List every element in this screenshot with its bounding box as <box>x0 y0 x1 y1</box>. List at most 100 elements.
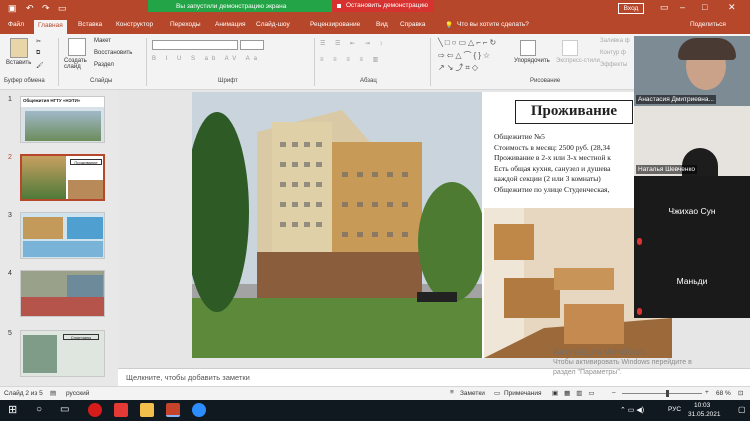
tab-animations[interactable]: Анимация <box>215 21 246 28</box>
shapes-gallery[interactable]: ╲□○▭△⌐⌐↻ <box>438 38 498 47</box>
tell-me-search[interactable]: Что вы хотите сделать? <box>457 21 529 28</box>
file-explorer-icon[interactable] <box>140 403 154 417</box>
cut-icon[interactable]: ✂ <box>36 38 41 45</box>
view-buttons[interactable]: ▣▦▥▭ <box>552 389 601 397</box>
shape-outline-button[interactable]: Контур ф <box>600 50 626 56</box>
zoom-slider-thumb[interactable] <box>666 390 669 397</box>
muted-mic-icon <box>637 238 642 245</box>
tab-help[interactable]: Справка <box>400 21 426 28</box>
align-buttons[interactable]: ≡ ≡ ≡ ≡ ▥ <box>320 56 382 63</box>
slide-thumbnail-4[interactable] <box>20 270 105 317</box>
zoom-level[interactable]: 68 % <box>716 390 731 397</box>
ribbon-tabs: Файл Главная Вставка Конструктор Переход… <box>0 18 750 34</box>
slideshow-icon[interactable]: ▭ <box>58 3 67 14</box>
format-painter-icon[interactable]: 🖌 <box>36 62 44 69</box>
zoom-app-icon[interactable] <box>192 403 206 417</box>
group-drawing: Рисование <box>530 78 561 84</box>
watermark-title: Активация Windows <box>553 347 646 358</box>
thumb-number: 2 <box>8 154 12 161</box>
paste-icon[interactable] <box>10 38 28 58</box>
arrange-icon[interactable] <box>520 40 536 56</box>
reset-button[interactable]: Восстановить <box>94 50 132 56</box>
minimize-icon[interactable]: – <box>680 2 685 12</box>
shape-effects-button[interactable]: Эффекты <box>600 62 627 68</box>
tab-slideshow[interactable]: Слайд-шоу <box>256 21 290 28</box>
muted-mic-icon <box>637 308 642 315</box>
undo-icon[interactable]: ↶ <box>26 3 34 14</box>
screen-share-bar: Вы запустили демонстрацию экрана Останов… <box>148 0 434 12</box>
share-message: Вы запустили демонстрацию экрана <box>176 2 287 10</box>
slide-thumbnail-5[interactable]: Спортзалы <box>20 330 105 377</box>
search-icon[interactable]: ○ <box>36 404 42 415</box>
thumb-caption: Спортзалы <box>63 334 99 340</box>
tab-home[interactable]: Главная <box>34 20 67 34</box>
slide-title[interactable]: Проживание <box>515 100 633 124</box>
maximize-icon[interactable]: □ <box>702 2 707 12</box>
yandex-icon[interactable] <box>114 403 128 417</box>
group-font: Шрифт <box>218 78 238 84</box>
arrange-button[interactable]: Упорядочить <box>514 58 550 64</box>
participant-tile-2[interactable]: Наталья Шевченко <box>634 106 750 176</box>
opera-icon[interactable] <box>88 403 102 417</box>
clock-date[interactable]: 31.05.2021 <box>688 411 721 418</box>
group-slides: Слайды <box>90 78 113 84</box>
tab-transitions[interactable]: Переходы <box>170 21 201 28</box>
slide-thumbnail-3[interactable] <box>20 212 105 259</box>
group-clipboard: Буфер обмена <box>4 78 45 84</box>
new-slide-button[interactable]: Создать слайд <box>64 58 92 70</box>
zoom-slider[interactable] <box>622 393 702 394</box>
styles-icon[interactable] <box>562 40 578 56</box>
participant-tile-3[interactable]: Чжихао Сун <box>634 176 750 246</box>
zoom-out-icon[interactable]: – <box>612 389 616 396</box>
list-buttons[interactable]: ☰ ☰ ⇤ ⇥ ↕ <box>320 40 386 47</box>
new-slide-icon[interactable] <box>68 38 86 56</box>
participant-tile-4[interactable]: Маньди <box>634 246 750 318</box>
close-icon[interactable]: ✕ <box>728 2 736 13</box>
slide-thumbnail-1[interactable]: Общежития НГТУ «НЭТИ» <box>20 96 105 143</box>
tab-insert[interactable]: Вставка <box>78 21 102 28</box>
clock-time[interactable]: 10:03 <box>694 402 710 409</box>
tab-file[interactable]: Файл <box>8 21 24 28</box>
share-button[interactable]: Поделиться <box>690 21 726 28</box>
tab-design[interactable]: Конструктор <box>116 21 153 28</box>
participant-tile-1[interactable]: Анастасия Дмитриевна... <box>634 36 750 106</box>
express-styles-button[interactable]: Экспресс-стили <box>556 58 600 64</box>
participant-name: Маньди <box>676 276 708 286</box>
dormitory-photo <box>192 92 482 358</box>
participant-name: Чжихао Сун <box>668 206 716 216</box>
title-bar: ▣ ↶ ↷ ▭ Вы запустили демонстрацию экрана… <box>0 0 750 18</box>
layout-button[interactable]: Макет <box>94 38 111 44</box>
windows-start-icon[interactable]: ⊞ <box>8 403 17 416</box>
spellcheck-icon[interactable]: ▤ <box>50 389 56 397</box>
comments-button[interactable]: Примечания <box>504 390 542 397</box>
paste-button[interactable]: Вставить <box>6 60 31 66</box>
powerpoint-icon[interactable] <box>166 403 180 417</box>
tab-view[interactable]: Вид <box>376 21 388 28</box>
windows-taskbar: ⊞ ○ ▭ ⌃ ▭ ◀) РУС 10:03 31.05.2021 ▢ <box>0 400 750 421</box>
stop-share-button[interactable]: Остановить демонстрацию <box>331 0 434 12</box>
fit-slide-icon[interactable]: ⊡ <box>738 389 743 397</box>
task-view-icon[interactable]: ▭ <box>60 404 69 415</box>
save-icon[interactable]: ▣ <box>8 3 17 14</box>
font-name-select[interactable] <box>152 40 238 50</box>
tab-review[interactable]: Рецензирование <box>310 21 360 28</box>
language-indicator[interactable]: русский <box>66 390 89 397</box>
activation-watermark: Активация Windows Чтобы активировать Win… <box>553 348 692 378</box>
font-format-buttons[interactable]: B I U S ab AV Aa <box>152 56 261 62</box>
zoom-in-icon[interactable]: + <box>705 389 709 396</box>
slide-thumbnails-pane: 1 Общежития НГТУ «НЭТИ» 2 Проживание 3 4… <box>0 90 118 386</box>
section-button[interactable]: Раздел <box>94 62 114 68</box>
shape-fill-button[interactable]: Заливка ф <box>600 38 630 44</box>
current-slide[interactable]: Проживание Общежитие №5 Стоимость в меся… <box>192 92 672 358</box>
thumb-caption: Проживание <box>70 159 102 165</box>
login-button[interactable]: Вход <box>618 3 644 14</box>
notifications-icon[interactable]: ▢ <box>738 405 746 414</box>
input-language[interactable]: РУС <box>668 406 681 413</box>
ribbon-display-icon[interactable]: ▭ <box>660 2 669 13</box>
font-size-select[interactable] <box>240 40 264 50</box>
slide-thumbnail-2[interactable]: Проживание <box>20 154 105 201</box>
redo-icon[interactable]: ↷ <box>42 3 50 14</box>
notes-button[interactable]: Заметки <box>460 390 485 397</box>
tray-icons[interactable]: ⌃ ▭ ◀) <box>620 406 644 414</box>
copy-icon[interactable]: ⧉ <box>36 50 40 57</box>
